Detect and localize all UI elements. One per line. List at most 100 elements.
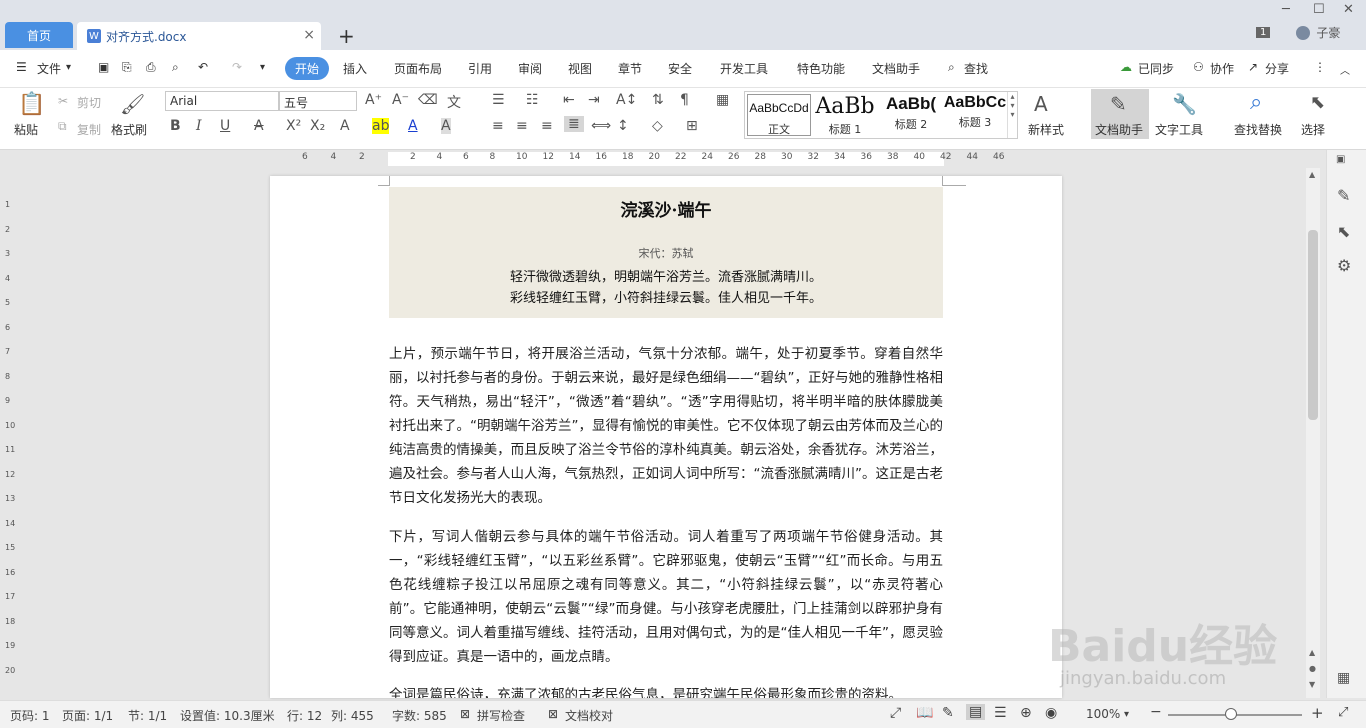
zoom-in-icon[interactable]: +	[1311, 704, 1324, 722]
spellcheck-button[interactable]: 拼写检查	[477, 707, 525, 724]
status-row[interactable]: 行: 12	[287, 707, 322, 724]
select-browse-icon[interactable]: ●	[1309, 664, 1316, 673]
page-view-icon[interactable]: ▤	[966, 704, 986, 720]
font-family-select[interactable]: Arial	[165, 91, 279, 111]
status-col[interactable]: 列: 455	[331, 707, 374, 724]
highlight-icon[interactable]: ab	[372, 118, 390, 134]
fit-page-icon[interactable]: ⤢	[1338, 705, 1348, 720]
prev-page-icon[interactable]: ▲	[1309, 648, 1315, 657]
shading-icon[interactable]: ◇	[652, 118, 663, 134]
italic-icon[interactable]: I	[196, 118, 202, 134]
fullscreen-icon[interactable]: ⤢	[890, 705, 901, 721]
status-words[interactable]: 字数: 585	[392, 707, 447, 724]
grow-font-icon[interactable]: A⁺	[365, 92, 382, 108]
window-count-badge[interactable]: 1	[1256, 27, 1271, 38]
minimize-icon[interactable]: ─	[1282, 2, 1290, 17]
clipboard-icon[interactable]: 📋	[18, 92, 45, 117]
sort-icon[interactable]: ⇅	[652, 92, 664, 108]
style-heading-1[interactable]: AaBb 标题 1	[813, 94, 877, 136]
menu-features[interactable]: 特色功能	[797, 60, 845, 77]
text-effect-icon[interactable]: A	[340, 118, 350, 134]
cut-icon[interactable]: ✂	[58, 94, 68, 108]
shrink-font-icon[interactable]: A⁻	[392, 92, 409, 108]
distributed-icon[interactable]: ⟺	[591, 118, 611, 134]
text-tools-button[interactable]: 文字工具	[1155, 121, 1203, 138]
select-cursor-icon[interactable]: ⬉	[1310, 92, 1325, 113]
style-heading-3[interactable]: AaBbCc 标题 3	[943, 94, 1007, 136]
zoom-dropdown-icon[interactable]: ▾	[1124, 709, 1129, 720]
quick-access-more-icon[interactable]: ▾	[260, 62, 265, 73]
line-spacing-icon[interactable]: ↕	[617, 118, 629, 134]
tab-document[interactable]: W 对齐方式.docx ×	[77, 22, 321, 50]
align-center-icon[interactable]: ≡	[516, 118, 528, 134]
collapse-ribbon-icon[interactable]: ︿	[1340, 62, 1350, 77]
menu-review[interactable]: 审阅	[518, 60, 542, 77]
show-marks-icon[interactable]: ¶	[680, 92, 689, 108]
username[interactable]: 子豪	[1316, 24, 1340, 41]
menu-developer[interactable]: 开发工具	[720, 60, 768, 77]
align-left-icon[interactable]: ≡	[492, 118, 504, 134]
doc-assistant-icon[interactable]: ✎	[1110, 92, 1127, 116]
zoom-level[interactable]: 100%	[1086, 707, 1120, 721]
style-heading-2[interactable]: AaBb( 标题 2	[879, 94, 943, 136]
decrease-indent-icon[interactable]: ⇤	[563, 92, 575, 108]
zoom-out-icon[interactable]: −	[1150, 704, 1162, 720]
web-view-icon[interactable]: ⊕	[1020, 705, 1032, 721]
copy-button[interactable]: 复制	[77, 121, 101, 138]
menu-view[interactable]: 视图	[568, 60, 592, 77]
collab-button[interactable]: 协作	[1210, 60, 1234, 77]
numbered-list-icon[interactable]: ☷	[526, 92, 539, 108]
clear-format-icon[interactable]: ⌫	[418, 92, 438, 108]
menu-page-layout[interactable]: 页面布局	[394, 60, 442, 77]
menu-section[interactable]: 章节	[618, 60, 642, 77]
menu-search[interactable]: 查找	[964, 60, 988, 77]
hamburger-icon[interactable]: ☰	[16, 60, 27, 74]
pointer-icon[interactable]: ⬉	[1337, 222, 1350, 241]
menu-file[interactable]: 文件	[37, 60, 61, 77]
grid-view-icon[interactable]: ▦	[1337, 670, 1350, 686]
save-icon[interactable]: ▣	[98, 60, 109, 74]
print-icon[interactable]: ⎙	[146, 60, 156, 75]
paste-button[interactable]: 粘贴	[14, 121, 38, 138]
phonetic-icon[interactable]: 文	[447, 92, 461, 112]
pen-icon[interactable]: ✎	[1337, 186, 1350, 205]
gallery-scroll[interactable]: ▴ ▾ ▾	[1007, 92, 1017, 138]
chevron-down-icon[interactable]: ▾	[66, 62, 71, 73]
zoom-slider-handle[interactable]	[1225, 708, 1237, 720]
superscript-icon[interactable]: X²	[286, 118, 301, 134]
chinese-layout-icon[interactable]: A↕	[616, 92, 637, 108]
outline-view-icon[interactable]: ☰	[994, 705, 1007, 721]
format-painter-button[interactable]: 格式刷	[111, 121, 147, 138]
eye-protect-icon[interactable]: ◉	[1045, 705, 1057, 721]
close-window-icon[interactable]: ✕	[1343, 2, 1354, 17]
preview-icon[interactable]: ⌕	[172, 60, 179, 75]
redo-icon[interactable]: ↷	[232, 60, 242, 74]
avatar[interactable]	[1296, 25, 1311, 40]
next-page-icon[interactable]: ▼	[1309, 680, 1315, 689]
new-style-icon[interactable]: A	[1034, 92, 1048, 116]
tab-home[interactable]: 首页	[5, 22, 73, 48]
format-painter-icon[interactable]: 🖌	[120, 92, 145, 116]
export-icon[interactable]: ⎘	[122, 60, 132, 75]
proofread-button[interactable]: 文档校对	[565, 707, 613, 724]
select-button[interactable]: 选择	[1301, 121, 1325, 138]
document-page[interactable]: 浣溪沙·端午 宋代：苏轼 轻汗微微透碧纨，明朝端午浴芳兰。流香涨腻满晴川。 彩线…	[270, 176, 1062, 698]
align-right-icon[interactable]: ≡	[541, 118, 553, 134]
panel-collapse-icon[interactable]: ▣	[1336, 154, 1345, 165]
maximize-icon[interactable]: ☐	[1313, 2, 1325, 17]
undo-icon[interactable]: ↶	[198, 60, 208, 74]
write-mode-icon[interactable]: ✎	[942, 705, 954, 721]
table-layout-icon[interactable]: ▦	[716, 92, 729, 108]
subscript-icon[interactable]: X₂	[310, 118, 325, 134]
scrollbar-thumb[interactable]	[1308, 230, 1318, 420]
status-page[interactable]: 页码: 1	[10, 707, 50, 724]
share-button[interactable]: 分享	[1265, 60, 1289, 77]
underline-icon[interactable]: U	[220, 118, 230, 134]
justify-icon[interactable]: ≣	[564, 116, 584, 132]
scroll-up-icon[interactable]: ▲	[1309, 170, 1315, 179]
style-normal[interactable]: AaBbCcDd 正文	[747, 94, 811, 136]
wrench-icon[interactable]: 🔧	[1172, 92, 1197, 116]
new-tab-button[interactable]: +	[338, 24, 355, 48]
border-icon[interactable]: ⊞	[686, 118, 698, 134]
find-replace-button[interactable]: 查找替换	[1234, 121, 1282, 138]
